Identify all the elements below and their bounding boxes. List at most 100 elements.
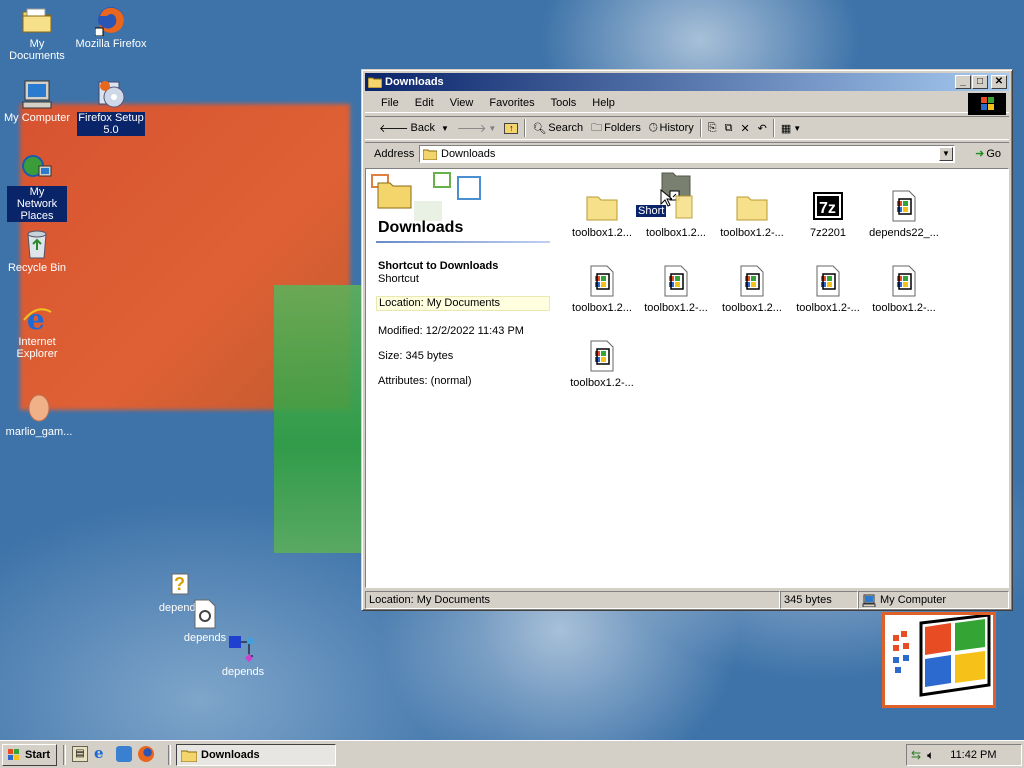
selected-item-name: Shortcut to Downloads (378, 260, 499, 272)
show-desktop-icon[interactable]: ▤ (72, 746, 88, 762)
folder-content-pane[interactable]: Downloads Shortcut to Downloads Shortcut… (365, 168, 1009, 588)
close-button[interactable]: ✕ (991, 75, 1007, 89)
folder-icon (368, 77, 382, 88)
undo-button[interactable]: ↶ (754, 118, 771, 138)
firefox-icon (95, 7, 124, 36)
menu-help[interactable]: Help (584, 97, 623, 109)
toolbar-separator (699, 119, 702, 137)
copy-to-button[interactable]: ⧉ (721, 118, 737, 138)
file-item-dragging[interactable]: Short toolbox1.2... (636, 171, 714, 239)
status-bar: Location: My Documents 345 bytes My Comp… (365, 591, 1009, 609)
status-size-text: 345 bytes (784, 594, 832, 606)
start-label: Start (25, 749, 51, 761)
menu-view[interactable]: View (442, 97, 482, 109)
file-item[interactable]: depends22_... (866, 189, 942, 239)
selected-item-attributes: Attributes: (normal) (378, 375, 472, 387)
side-panel-title: Downloads (378, 219, 464, 236)
address-value: Downloads (441, 147, 496, 160)
search-label: Search (548, 122, 584, 134)
desktop-icon-internet-explorer[interactable]: e Internet Explorer (0, 302, 74, 360)
search-button[interactable]: 🔍︎ Search (528, 118, 587, 138)
menu-file[interactable]: File (373, 97, 407, 109)
firefox-icon[interactable] (138, 746, 154, 762)
desktop-icon-label: marlio_gam... (5, 426, 73, 438)
history-button[interactable]: 🕓︎ History (645, 118, 698, 138)
address-dropdown-button[interactable]: ▼ (939, 146, 953, 161)
go-button[interactable]: ➜ Go (971, 144, 1005, 164)
selected-item-location: Location: My Documents (376, 296, 550, 311)
desktop-icon-firefox-setup[interactable]: Firefox Setup 5.0 (74, 78, 148, 136)
chevron-down-icon[interactable]: ▼ (441, 124, 449, 133)
file-item[interactable]: toolbox1.2-... (714, 189, 790, 239)
desktop-icon-my-network-places[interactable]: My Network Places (0, 152, 74, 222)
desktop-icon-depends-app[interactable]: depends (206, 632, 280, 678)
standard-toolbar: 🡐 Back ▼ 🡒 ▼ ↑ 🔍︎ Search 🗀 Folders 🕓︎ Histor… (365, 116, 1009, 140)
desktop-icon-recycle-bin[interactable]: Recycle Bin (0, 228, 74, 274)
menu-edit[interactable]: Edit (407, 97, 442, 109)
network-icon[interactable] (116, 746, 132, 762)
menu-favorites[interactable]: Favorites (481, 97, 542, 109)
start-button[interactable]: Start (2, 744, 57, 766)
file-item[interactable]: toolbox1.2-... (866, 264, 942, 314)
network-places-icon (22, 155, 52, 177)
file-name: depends22_... (869, 227, 939, 239)
folders-button[interactable]: 🗀 Folders (587, 118, 645, 138)
minimize-button[interactable]: _ (955, 75, 971, 89)
status-location: Location: My Documents (365, 591, 780, 609)
toolbar-separator (772, 119, 775, 137)
side-panel-rule (376, 241, 550, 243)
history-label: History (659, 122, 694, 134)
desktop-icon-marlio-game[interactable]: marlio_gam... (2, 392, 76, 438)
menu-tools[interactable]: Tools (543, 97, 585, 109)
taskbar-button-downloads[interactable]: Downloads (176, 744, 336, 766)
installer-cd-icon (98, 81, 125, 108)
desktop-icon-label: My Computer (3, 112, 71, 124)
address-input[interactable]: Downloads ▼ (419, 144, 955, 163)
file-item[interactable]: 7z 7z2201 (790, 189, 866, 239)
desktop-icon-my-computer[interactable]: My Computer (0, 78, 74, 124)
file-name: toolbox1.2-... (796, 302, 860, 314)
file-name: toolbox1.2... (722, 302, 782, 314)
file-name: toolbox1.2... (646, 227, 706, 239)
desktop-icon-label: Internet Explorer (16, 336, 58, 360)
maximize-button[interactable]: □ (972, 75, 988, 89)
forward-button[interactable]: 🡒 ▼ (453, 118, 500, 138)
taskbar-divider (168, 745, 171, 765)
file-item[interactable]: toolbox1.2-... (564, 339, 640, 389)
status-location-text: Location: My Documents (369, 594, 491, 606)
file-item[interactable]: toolbox1.2... (564, 264, 640, 314)
folders-label: Folders (604, 122, 641, 134)
desktop-icon-mozilla-firefox[interactable]: Mozilla Firefox (74, 4, 148, 50)
windows-logo-icon (8, 749, 19, 760)
file-item[interactable]: toolbox1.2... (714, 264, 790, 314)
window-titlebar[interactable]: Downloads _ □ ✕ (365, 73, 1009, 91)
move-to-button[interactable]: ⎘ (704, 118, 721, 138)
network-status-icon[interactable]: ⇆ (911, 748, 921, 762)
installer-package-icon (590, 265, 614, 297)
desktop-icon-label: depends (221, 666, 265, 678)
volume-icon[interactable]: 🔈︎ (927, 748, 934, 763)
installer-package-icon (892, 190, 916, 222)
back-button[interactable]: 🡐 Back ▼ (375, 118, 453, 138)
desktop-icon-my-documents[interactable]: My Documents (0, 4, 74, 62)
explorer-window[interactable]: Downloads _ □ ✕ File Edit View Favorites… (361, 69, 1013, 611)
file-item[interactable]: toolbox1.2... (564, 189, 640, 239)
status-zone-text: My Computer (880, 594, 947, 606)
forward-arrow-icon: 🡒 (456, 123, 487, 135)
recycle-bin-icon (27, 230, 47, 259)
desktop-icon-label: My Documents (9, 38, 65, 62)
views-icon: ▦ (780, 122, 792, 135)
clock[interactable]: 11:42 PM (950, 749, 996, 761)
file-name: toolbox1.2... (572, 227, 632, 239)
delete-button[interactable]: ✕ (736, 118, 753, 138)
file-item[interactable]: toolbox1.2-... (790, 264, 866, 314)
folder-header-graphic (371, 172, 481, 221)
internet-explorer-icon[interactable]: e (94, 746, 110, 762)
file-item[interactable]: toolbox1.2-... (638, 264, 714, 314)
file-name: toolbox1.2-... (644, 302, 708, 314)
up-folder-button[interactable]: ↑ (500, 118, 522, 138)
toolbar-separator (524, 119, 527, 137)
folders-icon: 🗀 (591, 121, 603, 134)
help-file-icon: ? (171, 573, 189, 595)
views-button[interactable]: ▦ ▼ (777, 118, 805, 138)
